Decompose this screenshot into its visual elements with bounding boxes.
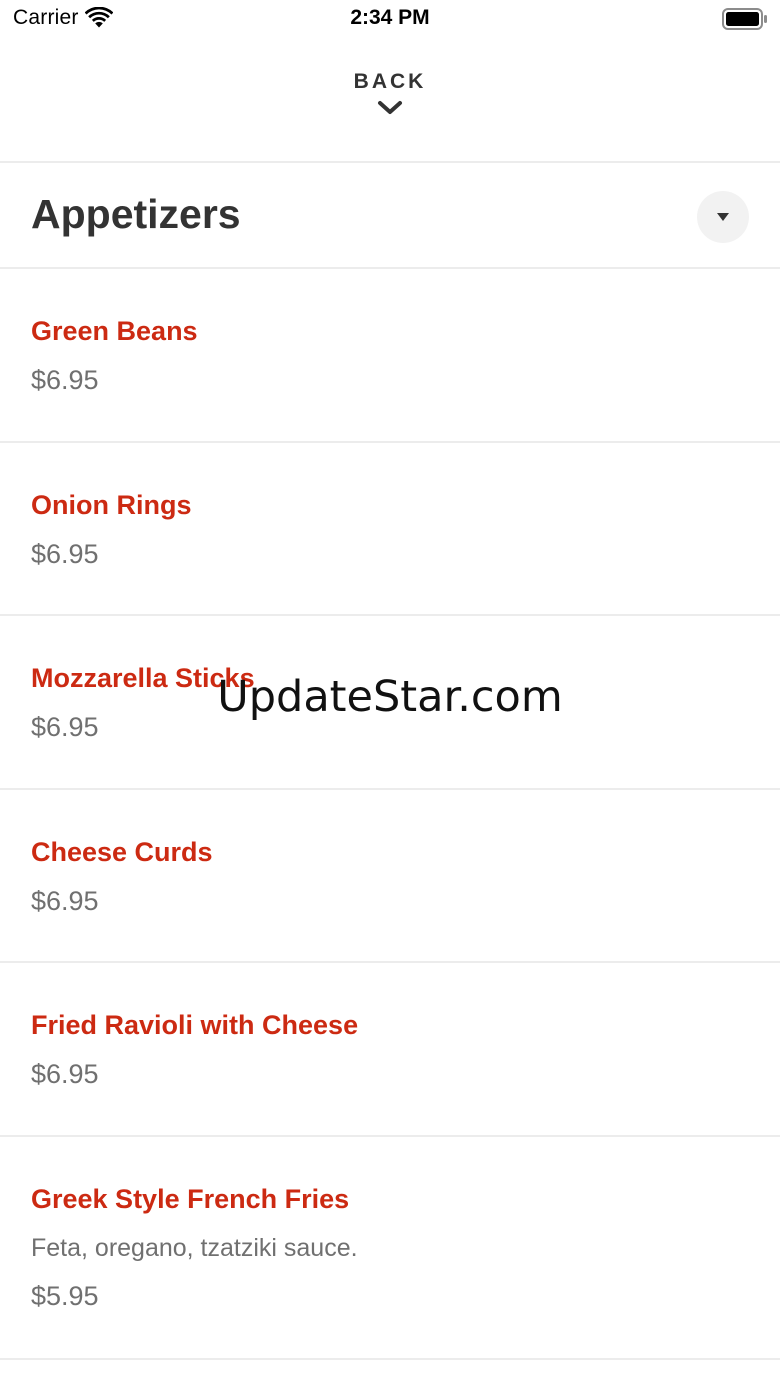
chevron-down-icon	[378, 101, 402, 114]
menu-item-greek-fries[interactable]: Greek Style French Fries Feta, oregano, …	[0, 1137, 780, 1360]
back-button[interactable]: BACK	[290, 70, 490, 140]
category-header: Appetizers	[0, 163, 780, 269]
navigation-header: BACK	[0, 40, 780, 163]
menu-item-green-beans[interactable]: Green Beans $6.95	[0, 269, 780, 443]
menu-item-mozzarella-sticks[interactable]: Mozzarella Sticks $6.95	[0, 616, 780, 790]
menu-item-onion-rings[interactable]: Onion Rings $6.95	[0, 443, 780, 616]
category-title: Appetizers	[31, 191, 241, 237]
status-time: 2:34 PM	[350, 6, 430, 29]
menu-item-price: $6.95	[31, 885, 99, 916]
menu-item-name: Mozzarella Sticks	[31, 663, 255, 693]
menu-item-name: Cheese Curds	[31, 836, 213, 867]
menu-item-cheese-curds[interactable]: Cheese Curds $6.95	[0, 790, 780, 963]
battery-full-icon	[722, 8, 767, 30]
menu-item-list: Green Beans $6.95 Onion Rings $6.95 Mozz…	[0, 269, 780, 1360]
category-dropdown-button[interactable]	[697, 191, 749, 243]
caret-down-icon	[717, 213, 729, 221]
menu-item-price: $6.95	[31, 1059, 99, 1089]
menu-item-name: Greek Style French Fries	[31, 1183, 350, 1214]
menu-item-fried-ravioli[interactable]: Fried Ravioli with Cheese $6.95	[0, 963, 780, 1137]
menu-item-name: Green Beans	[31, 316, 198, 346]
status-bar: Carrier 2:34 PM	[0, 0, 780, 40]
menu-item-price: $6.95	[31, 365, 99, 395]
menu-item-price: $6.95	[31, 712, 99, 742]
back-label: BACK	[353, 70, 427, 93]
menu-item-price: $6.95	[31, 538, 99, 569]
menu-item-name: Fried Ravioli with Cheese	[31, 1010, 359, 1040]
menu-item-name: Onion Rings	[31, 489, 192, 520]
menu-item-description: Feta, oregano, tzatziki sauce.	[31, 1233, 358, 1262]
menu-item-price: $5.95	[31, 1280, 99, 1311]
